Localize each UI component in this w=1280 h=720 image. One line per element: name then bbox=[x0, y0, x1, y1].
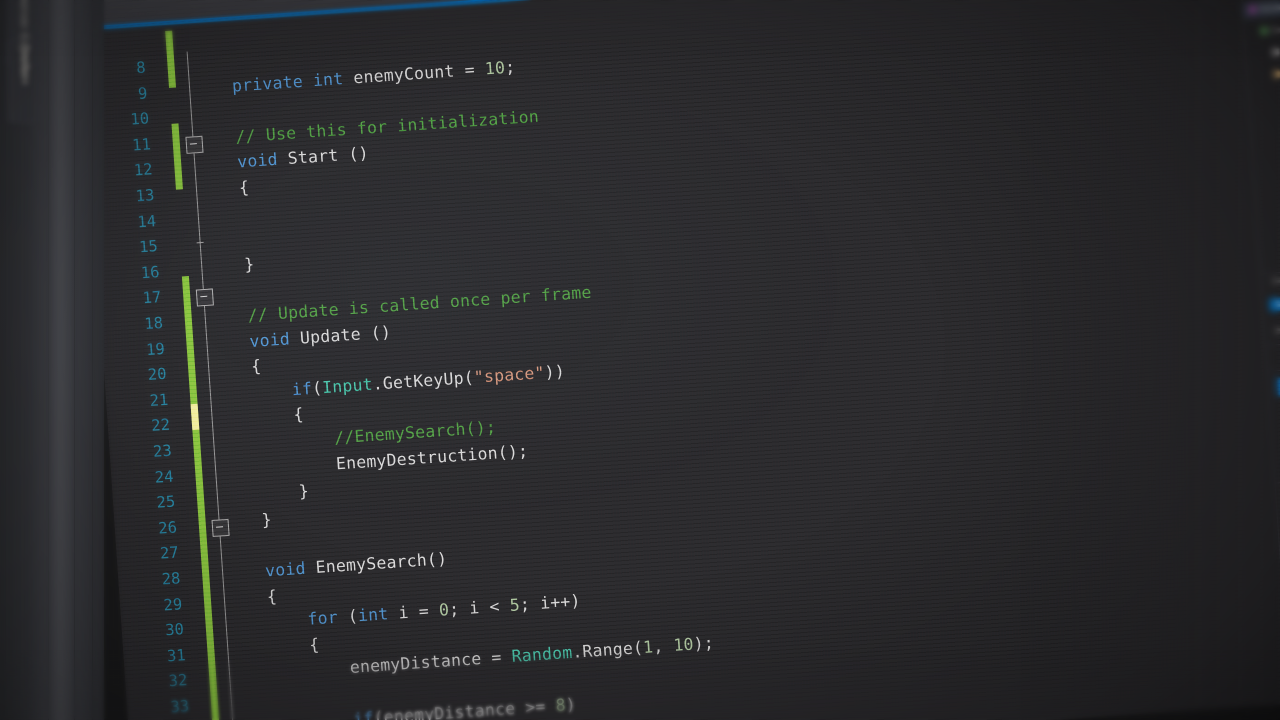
code-line: for (int i = 0; i < 5; i++) bbox=[229, 591, 581, 634]
properties-tab-sort[interactable]: Sort bbox=[1269, 297, 1280, 312]
events-icon[interactable] bbox=[1276, 377, 1280, 396]
properties-dock-label[interactable]: Assembly-CSharp bbox=[1272, 275, 1280, 286]
code-line: { bbox=[212, 357, 262, 379]
code-line bbox=[224, 536, 263, 539]
code-token: void bbox=[237, 150, 279, 172]
fold-collapse-icon[interactable] bbox=[196, 289, 214, 307]
properties-title: Properties bbox=[1275, 324, 1280, 337]
code-token: } bbox=[261, 510, 272, 530]
code-token: if bbox=[291, 379, 313, 399]
code-token: enemyCount = bbox=[343, 59, 486, 88]
code-line: { bbox=[227, 586, 277, 608]
screen-surface: ExampleScript_B EnemyScan() 891011121314… bbox=[76, 0, 1280, 720]
code-token: { bbox=[266, 586, 277, 606]
code-line bbox=[206, 281, 245, 284]
code-token: // Update is called once per frame bbox=[247, 283, 592, 325]
code-line: if(Input.GetKeyUp("space")) bbox=[213, 361, 565, 404]
code-editor[interactable]: 8910111213141516171819202122232425262728… bbox=[83, 0, 1280, 720]
code-line: } bbox=[220, 482, 309, 507]
code-token: 10 bbox=[673, 635, 695, 655]
code-line: { bbox=[215, 405, 304, 430]
sidebar-item-toolbox[interactable]: Toolbox bbox=[19, 44, 31, 85]
code-line: private int enemyCount = 10; bbox=[192, 57, 515, 98]
references-icon bbox=[1272, 48, 1279, 55]
code-line: if(enemyDistance >= 8) bbox=[236, 694, 576, 720]
monitor-photo: ExampleScript_B EnemyScan() 891011121314… bbox=[0, 0, 1280, 720]
properties-bottom-divider bbox=[1275, 474, 1280, 484]
code-token: } bbox=[244, 254, 255, 274]
code-token: ); bbox=[693, 634, 715, 654]
code-token: // Use this for initialization bbox=[235, 107, 540, 147]
code-token: , bbox=[653, 636, 675, 656]
code-token: //EnemySearch(); bbox=[334, 417, 497, 447]
folder-icon bbox=[1273, 70, 1280, 77]
code-line: void Update () bbox=[210, 322, 392, 353]
code-token: void bbox=[249, 329, 291, 351]
code-token: ; i++) bbox=[519, 591, 581, 614]
code-token: Random bbox=[511, 643, 573, 666]
code-token: Input bbox=[322, 375, 374, 397]
code-token: if bbox=[353, 708, 375, 720]
code-token: 10 bbox=[484, 58, 506, 78]
code-token: { bbox=[309, 635, 320, 655]
code-line: { bbox=[199, 178, 249, 200]
code-token: { bbox=[251, 357, 262, 377]
code-token: int bbox=[312, 69, 344, 90]
code-line: // Use this for initialization bbox=[196, 107, 540, 149]
code-line bbox=[201, 204, 240, 207]
unsaved-change-bar bbox=[191, 404, 200, 430]
code-token: private bbox=[231, 71, 303, 95]
code-token: ) bbox=[565, 694, 576, 714]
code-line: void EnemySearch() bbox=[226, 549, 448, 583]
properties-divider bbox=[1261, 264, 1280, 274]
solution-icon bbox=[1249, 6, 1256, 13]
code-token: .Range( bbox=[572, 638, 644, 662]
code-line bbox=[203, 229, 242, 232]
code-token: .GetKeyUp( bbox=[372, 368, 474, 394]
code-token: EnemyDestruction(); bbox=[335, 441, 528, 473]
code-token: void bbox=[264, 559, 306, 581]
solution-explorer-item-label: Assembly-CSharp bbox=[1270, 21, 1280, 34]
code-token: i = bbox=[388, 601, 440, 623]
code-line: // Update is called once per frame bbox=[208, 283, 592, 328]
code-line: } bbox=[205, 254, 255, 276]
code-token: "space" bbox=[473, 363, 545, 387]
code-token: )) bbox=[544, 361, 566, 381]
code-line: { bbox=[231, 635, 320, 660]
code-token: (enemyDistance >= bbox=[373, 696, 556, 720]
code-token: for bbox=[307, 608, 339, 629]
code-token: ; bbox=[504, 57, 515, 77]
code-token: { bbox=[293, 405, 304, 425]
properties-sep-2 bbox=[1268, 362, 1280, 372]
code-token: { bbox=[238, 178, 249, 198]
code-line bbox=[194, 102, 233, 105]
solution-explorer-item[interactable]: Assembly-CSharp bbox=[1260, 21, 1280, 35]
project-icon bbox=[1260, 27, 1267, 34]
solution-explorer-item[interactable]: References bbox=[1272, 44, 1280, 56]
code-token: EnemySearch() bbox=[305, 549, 448, 578]
code-token: enemyDistance = bbox=[349, 647, 512, 677]
code-line bbox=[234, 684, 351, 692]
code-line: void Start () bbox=[198, 144, 370, 175]
code-token: ( bbox=[337, 607, 359, 627]
code-token: } bbox=[298, 482, 309, 502]
code-token: int bbox=[357, 604, 389, 625]
code-token: Update () bbox=[289, 322, 391, 348]
solution-explorer-item[interactable]: Assets bbox=[1273, 67, 1280, 78]
code-token: ; i < bbox=[448, 596, 510, 619]
properties-sep bbox=[1266, 336, 1280, 346]
code-line: } bbox=[222, 510, 272, 532]
code-token: Start () bbox=[277, 144, 369, 169]
